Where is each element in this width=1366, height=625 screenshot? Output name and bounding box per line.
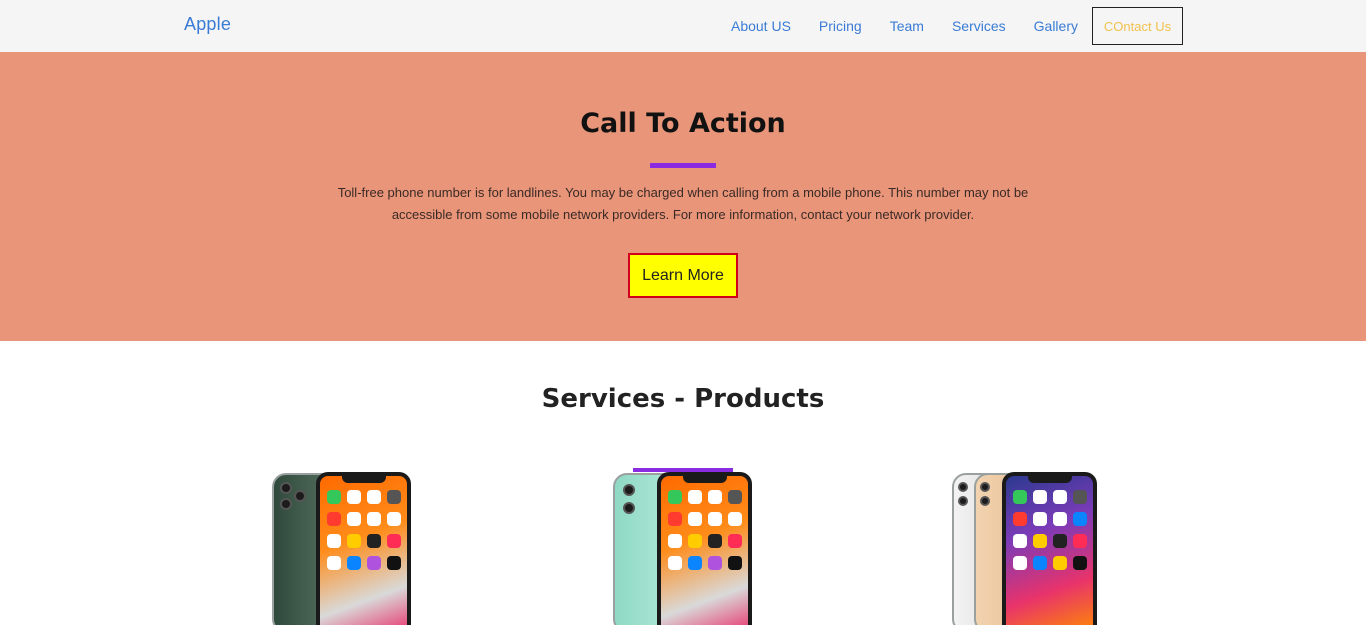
product-card-2[interactable] xyxy=(613,472,753,625)
nav-link-pricing[interactable]: Pricing xyxy=(819,18,862,34)
phone-image-2 xyxy=(613,472,753,625)
product-card-3[interactable] xyxy=(952,472,1098,625)
cta-title-underline xyxy=(650,163,716,168)
product-card-1[interactable] xyxy=(272,472,412,625)
call-to-action-section: Call To Action Toll-free phone number is… xyxy=(0,52,1366,341)
nav-link-team[interactable]: Team xyxy=(890,18,924,34)
cta-title: Call To Action xyxy=(580,108,786,139)
phone-image-3 xyxy=(952,472,1098,625)
nav-link-gallery[interactable]: Gallery xyxy=(1034,18,1078,34)
nav-links: About US Pricing Team Services Gallery C… xyxy=(703,7,1183,45)
nav-link-services[interactable]: Services xyxy=(952,18,1006,34)
navbar: Apple About US Pricing Team Services Gal… xyxy=(0,0,1366,52)
services-title: Services - Products xyxy=(541,384,825,414)
learn-more-button[interactable]: Learn More xyxy=(628,253,738,298)
brand-logo-link[interactable]: Apple xyxy=(184,14,231,35)
phone-image-1 xyxy=(272,472,412,625)
cta-description: Toll-free phone number is for landlines.… xyxy=(337,185,1029,222)
contact-us-button[interactable]: COntact Us xyxy=(1092,7,1183,45)
nav-link-about[interactable]: About US xyxy=(731,18,791,34)
